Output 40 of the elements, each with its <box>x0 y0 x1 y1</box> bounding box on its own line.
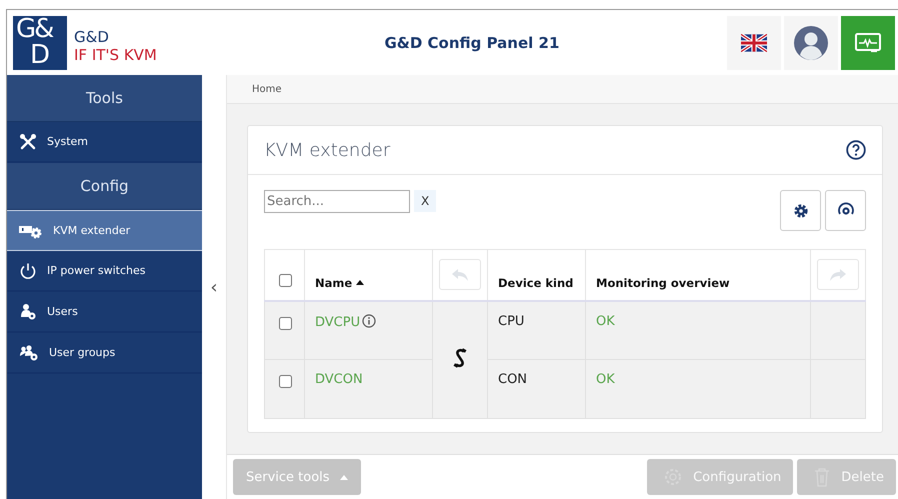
user-button[interactable] <box>784 16 838 70</box>
cable-link-icon <box>452 348 468 368</box>
help-icon[interactable] <box>846 140 866 160</box>
panel-title: KVM extender <box>264 140 390 160</box>
brand-slogan: IF IT'S KVM <box>74 46 157 64</box>
users-gear-icon <box>19 344 39 362</box>
brand-name: G&D <box>74 28 110 46</box>
monitoring-status: OK <box>596 372 615 387</box>
monitor-pulse-icon <box>855 32 881 52</box>
flag-icon <box>741 34 767 52</box>
avatar-icon <box>794 26 828 60</box>
sidebar-item[interactable]: KVM extender <box>7 210 202 251</box>
info-icon[interactable] <box>362 314 376 328</box>
row-checkbox[interactable] <box>278 375 292 388</box>
sync-settings-button[interactable] <box>825 190 866 231</box>
user-gear-icon <box>19 302 37 320</box>
settings-button[interactable] <box>780 190 821 231</box>
clear-search-button[interactable]: X <box>414 190 436 212</box>
monitoring-button[interactable] <box>841 16 895 70</box>
reply-icon <box>452 268 468 281</box>
device-kind: CPU <box>498 314 524 328</box>
select-all-checkbox[interactable] <box>278 274 292 286</box>
caret-icon <box>340 474 348 480</box>
logo-mark: G& D <box>13 16 67 70</box>
column-header[interactable]: Name <box>315 276 352 290</box>
monitoring-status: OK <box>596 314 615 328</box>
search-field[interactable]: Search... <box>264 190 410 213</box>
column-header[interactable]: Monitoring overview <box>596 276 730 290</box>
sidebar-section-title: Tools <box>7 75 202 122</box>
device-kind: CON <box>498 372 528 387</box>
tools-icon <box>19 132 37 150</box>
app-title: G&D Config Panel 21 <box>383 34 560 52</box>
sidebar-section-title: Config <box>7 163 202 210</box>
language-button[interactable] <box>727 16 781 70</box>
breadcrumb[interactable]: Home <box>252 84 282 94</box>
settings-icon <box>792 202 808 218</box>
forward-icon <box>830 268 846 281</box>
power-icon <box>19 262 37 280</box>
collapse-sidebar-button[interactable]: ‹ <box>210 276 218 298</box>
row-checkbox[interactable] <box>278 316 292 330</box>
